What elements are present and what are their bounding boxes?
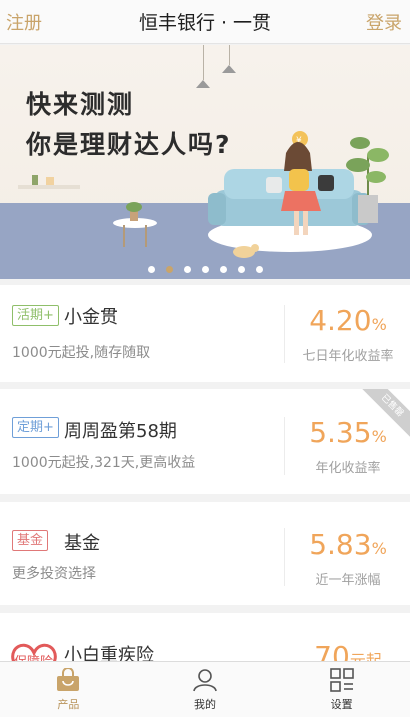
carousel-dot[interactable]: [165, 266, 173, 273]
banner-illustration: ¥: [18, 131, 389, 258]
carousel-dot[interactable]: [237, 266, 245, 273]
rate-label: 七日年化收益率: [302, 349, 394, 364]
product-rate: 5.35%: [286, 417, 410, 453]
rate-value: 5.83: [309, 528, 372, 561]
product-tag: 基金: [12, 530, 49, 551]
carousel-dots[interactable]: [0, 266, 410, 273]
product-description: 更多投资选择: [12, 566, 96, 582]
tab-settings[interactable]: 设置: [273, 662, 410, 717]
carousel-dot[interactable]: [147, 266, 155, 273]
plant-icon: [346, 158, 370, 172]
carousel-dot[interactable]: [219, 266, 227, 273]
bottom-tabbar: 产品 我的 设置: [0, 661, 410, 717]
login-link[interactable]: 登录: [366, 9, 402, 35]
tab-products[interactable]: 产品: [0, 662, 137, 717]
carousel-dot[interactable]: [201, 266, 209, 273]
grid-icon: [329, 668, 354, 692]
top-navbar: 注册 恒丰银行 · 一贯 登录: [0, 0, 410, 44]
card-divider: [284, 305, 285, 363]
product-name: 周周盈第58期: [64, 421, 177, 442]
tab-mine[interactable]: 我的: [137, 662, 274, 717]
page-title: 恒丰银行 · 一贯: [138, 12, 272, 34]
bag-icon: [57, 668, 80, 691]
register-link[interactable]: 注册: [6, 9, 42, 35]
product-rate: 5.83%: [286, 529, 410, 565]
rate-value: 5.35: [309, 416, 372, 449]
product-tag: 活期+: [12, 305, 59, 326]
tab-label: 产品: [57, 698, 80, 711]
tab-label: 设置: [330, 698, 353, 711]
product-description: 1000元起投,321天,更高收益: [12, 455, 196, 471]
rate-unit: %: [371, 539, 387, 558]
app-screen: 注册 恒丰银行 · 一贯 登录 快来测测 你是理财达人吗? ¥ 活期+ 小金贯 …: [0, 0, 410, 717]
user-icon: [193, 669, 217, 692]
product-card[interactable]: 定期+ 周周盈第58期 1000元起投,321天,更高收益 5.35% 年化收益…: [0, 389, 410, 494]
card-divider: [284, 528, 285, 586]
plant-pot: [358, 195, 378, 223]
product-name: 小金贯: [64, 307, 118, 328]
carousel-dot[interactable]: [255, 266, 263, 273]
rate-label: 近一年涨幅: [315, 573, 381, 588]
promo-banner[interactable]: 快来测测 你是理财达人吗? ¥: [0, 45, 410, 279]
product-card[interactable]: 基金 基金 更多投资选择 5.83% 近一年涨幅: [0, 502, 410, 605]
product-description: 1000元起投,随存随取: [12, 345, 151, 361]
carousel-dot[interactable]: [183, 266, 191, 273]
rate-label: 年化收益率: [315, 461, 381, 476]
rate-unit: %: [371, 315, 387, 334]
rate-value: 4.20: [309, 304, 372, 337]
wall-shelf: [18, 185, 80, 189]
tab-label: 我的: [194, 698, 216, 711]
card-divider: [284, 417, 285, 475]
rate-unit: %: [371, 427, 387, 446]
product-tag: 定期+: [12, 417, 59, 438]
product-card[interactable]: 活期+ 小金贯 1000元起投,随存随取 4.20% 七日年化收益率: [0, 285, 410, 382]
product-rate: 4.20%: [286, 305, 410, 341]
product-name: 基金: [64, 533, 100, 554]
